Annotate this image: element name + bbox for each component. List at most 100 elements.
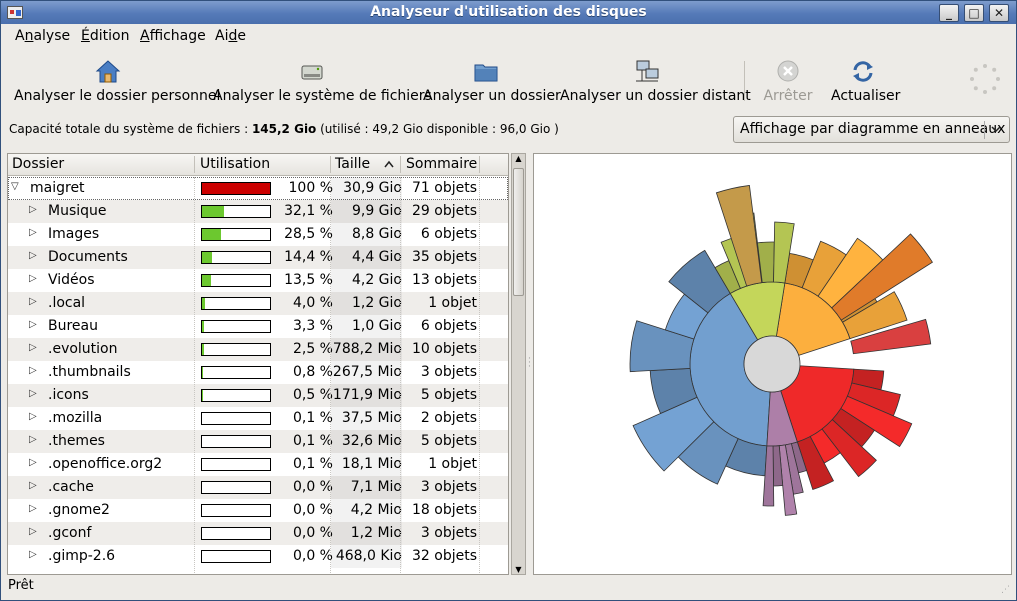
main-window: Analyseur d'utilisation des disques _ □ …: [0, 0, 1017, 601]
usage-bar-fill: [202, 298, 205, 309]
expander-closed-icon[interactable]: ▷: [29, 434, 37, 445]
status-bar: Prêt: [8, 578, 34, 593]
stop-label: Arrêter: [763, 88, 813, 104]
expander-closed-icon[interactable]: ▷: [29, 204, 37, 215]
folder-size: 267,5 Mio: [331, 361, 402, 384]
expander-closed-icon[interactable]: ▷: [29, 365, 37, 376]
menu-aide[interactable]: Aide: [215, 28, 246, 44]
column-header-folder[interactable]: Dossier: [12, 156, 64, 172]
menu-edition[interactable]: Édition: [81, 28, 129, 44]
folder-size: 468,0 Kio: [331, 545, 402, 568]
expander-closed-icon[interactable]: ▷: [29, 250, 37, 261]
usage-bar: [201, 205, 271, 218]
spinner-dot: [983, 64, 987, 68]
folder-summary: 2 objets: [420, 410, 477, 426]
folder-summary: 3 objets: [420, 479, 477, 495]
scan-folder-button[interactable]: Analyser un dossier: [423, 57, 561, 104]
folder-size: 37,5 Mio: [331, 407, 402, 430]
tree-row[interactable]: ▷ Musique 32,1 % 9,9 Gio 29 objets: [8, 200, 508, 223]
tree-row[interactable]: ▷ .evolution 2,5 % 788,2 Mio 10 objets: [8, 338, 508, 361]
tree-row[interactable]: ▷ Documents 14,4 % 4,4 Gio 35 objets: [8, 246, 508, 269]
ring-chart-panel[interactable]: [533, 153, 1012, 575]
usage-bar-fill: [202, 275, 212, 286]
expander-closed-icon[interactable]: ▷: [29, 549, 37, 560]
scan-home-button[interactable]: Analyser le dossier personnel: [14, 57, 220, 104]
usage-bar: [201, 458, 271, 471]
tree-row[interactable]: ▷ .gimp-2.6 0,0 % 468,0 Kio 32 objets: [8, 545, 508, 568]
refresh-button[interactable]: Actualiser: [831, 57, 900, 104]
scan-filesystem-button[interactable]: Analyser le système de fichiers: [213, 57, 432, 104]
expander-closed-icon[interactable]: ▷: [29, 457, 37, 468]
title-bar[interactable]: Analyseur d'utilisation des disques _ □ …: [1, 1, 1016, 24]
folder-name: .thumbnails: [48, 364, 131, 380]
close-button[interactable]: ✕: [989, 4, 1009, 22]
usage-percent: 0,1 %: [292, 410, 333, 426]
ring-chart[interactable]: [534, 154, 1011, 574]
scrollbar-thumb[interactable]: [513, 168, 524, 296]
sort-ascending-icon: [383, 157, 395, 175]
expander-closed-icon[interactable]: ▷: [29, 526, 37, 537]
toolbar-separator: [744, 61, 745, 101]
tree-row[interactable]: ▷ .openoffice.org2 0,1 % 18,1 Mio 1 objet: [8, 453, 508, 476]
refresh-icon: [848, 57, 878, 85]
menu-analyse[interactable]: Analyse: [15, 28, 70, 44]
expander-closed-icon[interactable]: ▷: [29, 503, 37, 514]
menu-affichage[interactable]: Affichage: [140, 28, 206, 44]
spinner-dot: [970, 77, 974, 81]
expander-closed-icon[interactable]: ▷: [29, 273, 37, 284]
usage-bar: [201, 182, 271, 195]
tree-row[interactable]: ▷ Images 28,5 % 8,8 Gio 6 objets: [8, 223, 508, 246]
expander-closed-icon[interactable]: ▷: [29, 296, 37, 307]
view-mode-select[interactable]: Affichage par diagramme en anneaux: [733, 116, 1010, 143]
folder-summary: 32 objets: [411, 548, 477, 564]
scroll-down-icon[interactable]: ▼: [513, 565, 524, 574]
column-headers: Dossier Utilisation Taille Sommaire: [8, 154, 508, 176]
folder-name: .icons: [48, 387, 89, 403]
chevron-down-icon: [990, 120, 1002, 141]
usage-bar: [201, 412, 271, 425]
expander-closed-icon[interactable]: ▷: [29, 388, 37, 399]
minimize-button[interactable]: _: [939, 4, 959, 22]
tree-row[interactable]: ▽ maigret 100 % 30,9 Gio 71 objets: [8, 177, 508, 200]
tree-row[interactable]: ▷ Bureau 3,3 % 1,0 Gio 6 objets: [8, 315, 508, 338]
column-header-usage[interactable]: Utilisation: [200, 156, 270, 172]
folder-summary: 35 objets: [411, 249, 477, 265]
tree-row[interactable]: ▷ .themes 0,1 % 32,6 Mio 5 objets: [8, 430, 508, 453]
scroll-up-icon[interactable]: ▲: [513, 154, 524, 163]
scan-remote-button[interactable]: Analyser un dossier distant: [560, 57, 751, 104]
scan-remote-label: Analyser un dossier distant: [560, 88, 751, 104]
scan-folder-label: Analyser un dossier: [423, 88, 561, 104]
folder-size: 788,2 Mio: [331, 338, 402, 361]
expander-closed-icon[interactable]: ▷: [29, 342, 37, 353]
folder-size: 32,6 Mio: [331, 430, 402, 453]
expander-closed-icon[interactable]: ▷: [29, 319, 37, 330]
expander-open-icon[interactable]: ▽: [11, 181, 19, 192]
tree-row[interactable]: ▷ .mozilla 0,1 % 37,5 Mio 2 objets: [8, 407, 508, 430]
usage-percent: 0,0 %: [292, 502, 333, 518]
tree-row[interactable]: ▷ Vidéos 13,5 % 4,2 Gio 13 objets: [8, 269, 508, 292]
tree-row[interactable]: ▷ .icons 0,5 % 171,9 Mio 5 objets: [8, 384, 508, 407]
tree-row[interactable]: ▷ .thumbnails 0,8 % 267,5 Mio 3 objets: [8, 361, 508, 384]
tree-row[interactable]: ▷ .local 4,0 % 1,2 Gio 1 objet: [8, 292, 508, 315]
folder-tree-view[interactable]: Dossier Utilisation Taille Sommaire ▽ mai…: [7, 153, 509, 575]
stop-button[interactable]: Arrêter: [763, 57, 813, 104]
column-divider: [479, 177, 480, 574]
expander-closed-icon[interactable]: ▷: [29, 227, 37, 238]
expander-closed-icon[interactable]: ▷: [29, 411, 37, 422]
pane-splitter-handle[interactable]: · · ·: [528, 355, 532, 372]
usage-bar-fill: [202, 252, 212, 263]
resize-grip-icon[interactable]: ⋰: [1001, 585, 1013, 597]
column-header-summary[interactable]: Sommaire: [406, 156, 477, 172]
capacity-suffix: (utilisé : 49,2 Gio disponible : 96,0 Gi…: [316, 122, 559, 136]
usage-bar-fill: [202, 367, 203, 378]
tree-scrollbar[interactable]: ▲ ▼: [511, 153, 526, 575]
expander-closed-icon[interactable]: ▷: [29, 480, 37, 491]
usage-bar: [201, 527, 271, 540]
column-header-size[interactable]: Taille: [335, 156, 370, 172]
tree-row[interactable]: ▷ .cache 0,0 % 7,1 Mio 3 objets: [8, 476, 508, 499]
tree-row[interactable]: ▷ .gnome2 0,0 % 4,2 Mio 18 objets: [8, 499, 508, 522]
folder-summary: 5 objets: [420, 433, 477, 449]
folder-size: 1,2 Gio: [331, 292, 402, 315]
maximize-button[interactable]: □: [964, 4, 984, 22]
tree-row[interactable]: ▷ .gconf 0,0 % 1,2 Mio 3 objets: [8, 522, 508, 545]
